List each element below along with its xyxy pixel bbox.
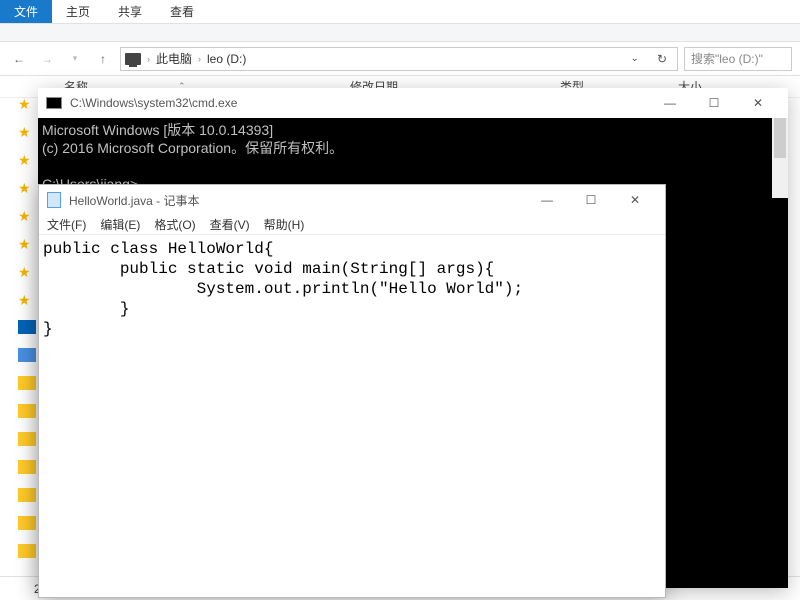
quick-access-icon[interactable]: ★: [18, 208, 36, 222]
chevron-right-icon: ›: [147, 54, 150, 64]
minimize-button[interactable]: —: [648, 88, 692, 118]
menu-file[interactable]: 文件(F): [47, 216, 86, 233]
nav-back-button[interactable]: ←: [8, 48, 30, 70]
notepad-titlebar[interactable]: HelloWorld.java - 记事本 — ☐ ✕: [39, 185, 665, 215]
maximize-button[interactable]: ☐: [692, 88, 736, 118]
minimize-button[interactable]: —: [525, 185, 569, 215]
notepad-text-area[interactable]: public class HelloWorld{ public static v…: [39, 235, 665, 343]
navbar: ← → ▾ ↑ › 此电脑 › leo (D:) ⌄ ↻ 搜索"leo (D:)…: [0, 42, 800, 76]
folder-icon[interactable]: [18, 544, 36, 558]
folder-icon[interactable]: [18, 376, 36, 390]
notepad-window-controls: — ☐ ✕: [525, 185, 657, 215]
cmd-title-text: C:\Windows\system32\cmd.exe: [70, 96, 237, 110]
folder-icon[interactable]: [18, 404, 36, 418]
ribbon-tab-share[interactable]: 共享: [104, 0, 156, 23]
cmd-window-controls: — ☐ ✕: [648, 88, 780, 118]
nav-forward-button[interactable]: →: [36, 48, 58, 70]
close-button[interactable]: ✕: [613, 185, 657, 215]
ribbon-body: [0, 24, 800, 42]
this-pc-icon[interactable]: [18, 348, 36, 362]
quick-access-icon[interactable]: ★: [18, 96, 36, 110]
cmd-line: Microsoft Windows [版本 10.0.14393]: [42, 122, 273, 138]
quick-access-icon[interactable]: ★: [18, 264, 36, 278]
folder-icon[interactable]: [18, 488, 36, 502]
refresh-button[interactable]: ↻: [651, 52, 673, 66]
ribbon-tab-view[interactable]: 查看: [156, 0, 208, 23]
ribbon-tab-home[interactable]: 主页: [52, 0, 104, 23]
folder-icon[interactable]: [18, 460, 36, 474]
folder-icon[interactable]: [18, 516, 36, 530]
onedrive-icon[interactable]: [18, 320, 36, 334]
quick-access-icon[interactable]: ★: [18, 180, 36, 194]
ribbon-tabs: 文件 主页 共享 查看: [0, 0, 800, 24]
notepad-menubar: 文件(F) 编辑(E) 格式(O) 查看(V) 帮助(H): [39, 215, 665, 235]
cmd-titlebar[interactable]: C:\Windows\system32\cmd.exe — ☐ ✕: [38, 88, 788, 118]
quick-access-icon[interactable]: ★: [18, 152, 36, 166]
cmd-scrollbar[interactable]: [772, 118, 788, 198]
addr-history-button[interactable]: ⌄: [625, 53, 645, 64]
breadcrumb-drive[interactable]: leo (D:): [207, 52, 246, 66]
chevron-right-icon: ›: [198, 54, 201, 64]
notepad-window[interactable]: HelloWorld.java - 记事本 — ☐ ✕ 文件(F) 编辑(E) …: [38, 184, 666, 598]
nav-recent-button[interactable]: ▾: [64, 48, 86, 70]
quick-access-icon[interactable]: ★: [18, 236, 36, 250]
notepad-icon: [47, 192, 61, 208]
search-placeholder: 搜索"leo (D:)": [691, 50, 763, 67]
folder-icon[interactable]: [18, 432, 36, 446]
menu-view[interactable]: 查看(V): [210, 216, 250, 233]
maximize-button[interactable]: ☐: [569, 185, 613, 215]
quick-access-icon[interactable]: ★: [18, 292, 36, 306]
cmd-icon: [46, 97, 62, 109]
menu-format[interactable]: 格式(O): [154, 216, 195, 233]
menu-help[interactable]: 帮助(H): [264, 216, 305, 233]
search-input[interactable]: 搜索"leo (D:)": [684, 47, 792, 71]
cmd-line: (c) 2016 Microsoft Corporation。保留所有权利。: [42, 140, 343, 156]
nav-up-button[interactable]: ↑: [92, 48, 114, 70]
menu-edit[interactable]: 编辑(E): [100, 216, 140, 233]
quick-access-icon[interactable]: ★: [18, 124, 36, 138]
address-bar[interactable]: › 此电脑 › leo (D:) ⌄ ↻: [120, 47, 678, 71]
notepad-title-text: HelloWorld.java - 记事本: [69, 192, 199, 209]
pc-icon: [125, 53, 141, 65]
close-button[interactable]: ✕: [736, 88, 780, 118]
breadcrumb-root[interactable]: 此电脑: [156, 50, 192, 67]
ribbon-tab-file[interactable]: 文件: [0, 0, 52, 23]
